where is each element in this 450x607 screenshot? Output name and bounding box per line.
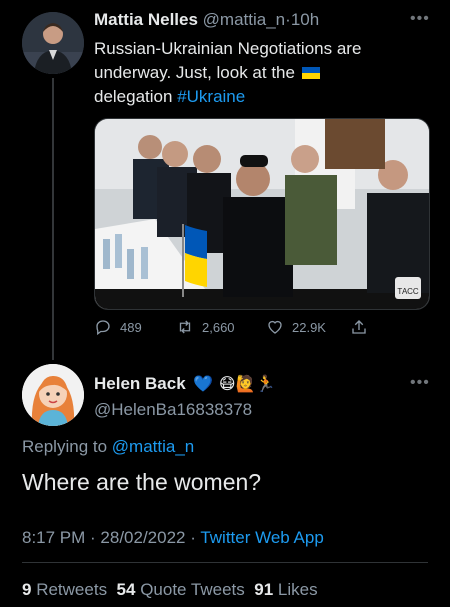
replying-to-mention[interactable]: @mattia_n	[112, 437, 194, 456]
reply-meta: 8:17 PM · 28/02/2022 · Twitter Web App	[22, 528, 324, 548]
more-horizontal-icon[interactable]: •••	[410, 10, 430, 28]
tweet-time[interactable]: 10h	[291, 10, 319, 29]
quote-tweets-stat[interactable]: 54 Quote Tweets	[117, 580, 245, 599]
tweet-actions: 489 2,660 22.9K	[94, 318, 394, 340]
reply-button[interactable]: 489	[94, 318, 142, 336]
retweets-stat[interactable]: 9 Retweets	[22, 580, 107, 599]
heart-icon	[268, 320, 282, 334]
tweet-text-line1: Russian-Ukrainian Negotiations are	[94, 39, 362, 58]
tweet-photo[interactable]: ТАСС	[94, 118, 430, 310]
author-avatar[interactable]	[22, 12, 84, 74]
reply-icon	[96, 320, 110, 336]
retweet-icon	[179, 320, 191, 334]
meta-separator: ·	[185, 528, 201, 547]
replying-prefix: Replying to	[22, 437, 112, 456]
author-name[interactable]: Mattia Nelles	[94, 10, 198, 29]
reply-count: 489	[120, 319, 142, 335]
tweet-author-line: Mattia Nelles @mattia_n·10h	[94, 10, 319, 30]
tweet-text-line2: underway. Just, look at the	[94, 63, 295, 82]
more-horizontal-icon[interactable]: •••	[410, 374, 430, 392]
thread-line	[52, 78, 54, 360]
tweet-text-line3: delegation	[94, 87, 178, 106]
reply-author-avatar[interactable]	[22, 364, 84, 426]
reply-author-handle[interactable]: @HelenBa16838378	[94, 400, 252, 420]
like-button[interactable]: 22.9K	[266, 318, 326, 336]
likes-stat[interactable]: 91 Likes	[254, 580, 317, 599]
divider	[22, 562, 428, 563]
source-app-link[interactable]: Twitter Web App	[200, 528, 323, 547]
meta-separator: ·	[85, 528, 101, 547]
name-emojis: 💙 😷🙋🏃	[193, 374, 276, 393]
retweet-button[interactable]: 2,660	[176, 318, 235, 336]
tweet-text: Russian-Ukrainian Negotiations are under…	[94, 37, 424, 109]
author-handle[interactable]: @mattia_n	[203, 10, 285, 29]
hashtag-link[interactable]: #Ukraine	[177, 87, 245, 106]
photo-watermark: ТАСС	[395, 277, 421, 299]
reply-author-name[interactable]: Helen Back	[94, 374, 186, 393]
replying-to: Replying to @mattia_n	[22, 437, 194, 457]
reply-date[interactable]: 28/02/2022	[100, 528, 185, 547]
reply-time[interactable]: 8:17 PM	[22, 528, 85, 547]
ukraine-flag-icon	[301, 67, 320, 79]
reply-stats: 9 Retweets 54 Quote Tweets 91 Likes	[22, 580, 318, 600]
share-button[interactable]	[350, 318, 376, 336]
reply-author-line: Helen Back 💙 😷🙋🏃	[94, 374, 275, 394]
share-icon	[352, 320, 366, 334]
reply-text: Where are the women?	[22, 469, 262, 495]
retweet-count: 2,660	[202, 319, 235, 335]
like-count: 22.9K	[292, 319, 326, 335]
